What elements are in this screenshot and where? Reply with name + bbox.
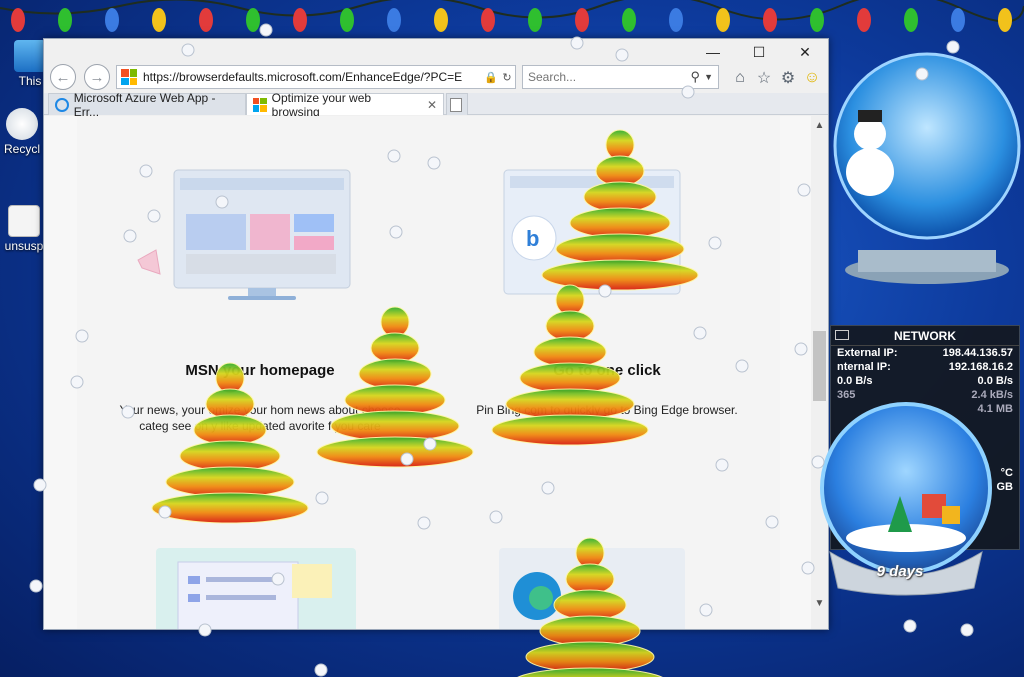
snowflake xyxy=(158,505,172,519)
snowflake xyxy=(389,225,403,239)
spiral-christmas-tree xyxy=(517,537,663,677)
snowflake xyxy=(387,149,401,163)
snowflake xyxy=(489,510,503,524)
tree-overlay xyxy=(29,23,974,677)
snowflake xyxy=(794,342,808,356)
snowflake xyxy=(400,452,414,466)
snowflake xyxy=(735,359,749,373)
snowflake xyxy=(708,236,722,250)
snowflake xyxy=(811,455,825,469)
snowflake xyxy=(259,23,273,37)
snowflake xyxy=(615,48,629,62)
snowflake xyxy=(123,229,137,243)
spiral-christmas-tree xyxy=(316,306,474,468)
snowflake xyxy=(215,195,229,209)
snowflake xyxy=(915,67,929,81)
snowflake xyxy=(681,85,695,99)
snowflake xyxy=(699,603,713,617)
snowflake xyxy=(693,326,707,340)
snowflake xyxy=(33,478,47,492)
snowflake xyxy=(315,491,329,505)
snowflake xyxy=(427,156,441,170)
snowflake xyxy=(198,623,212,637)
snowflake xyxy=(181,43,195,57)
snowflake xyxy=(147,209,161,223)
spiral-christmas-tree xyxy=(151,362,309,524)
snowflake xyxy=(801,561,815,575)
snowflake xyxy=(417,516,431,530)
snowflake xyxy=(139,164,153,178)
spiral-christmas-tree xyxy=(541,129,699,291)
snowflake xyxy=(541,481,555,495)
snowflake xyxy=(29,579,43,593)
snowflake xyxy=(903,619,917,633)
snowflake xyxy=(570,36,584,50)
snowflake xyxy=(314,663,328,677)
snowflake xyxy=(271,572,285,586)
spiral-christmas-tree xyxy=(491,284,649,446)
snowflake xyxy=(765,515,779,529)
snowflake xyxy=(598,284,612,298)
snowflake xyxy=(423,437,437,451)
snowflake xyxy=(960,623,974,637)
snowflake xyxy=(946,40,960,54)
snowflake xyxy=(70,375,84,389)
snowflake xyxy=(75,329,89,343)
snowflake xyxy=(715,458,729,472)
snowflake xyxy=(797,183,811,197)
snowflake xyxy=(121,405,135,419)
